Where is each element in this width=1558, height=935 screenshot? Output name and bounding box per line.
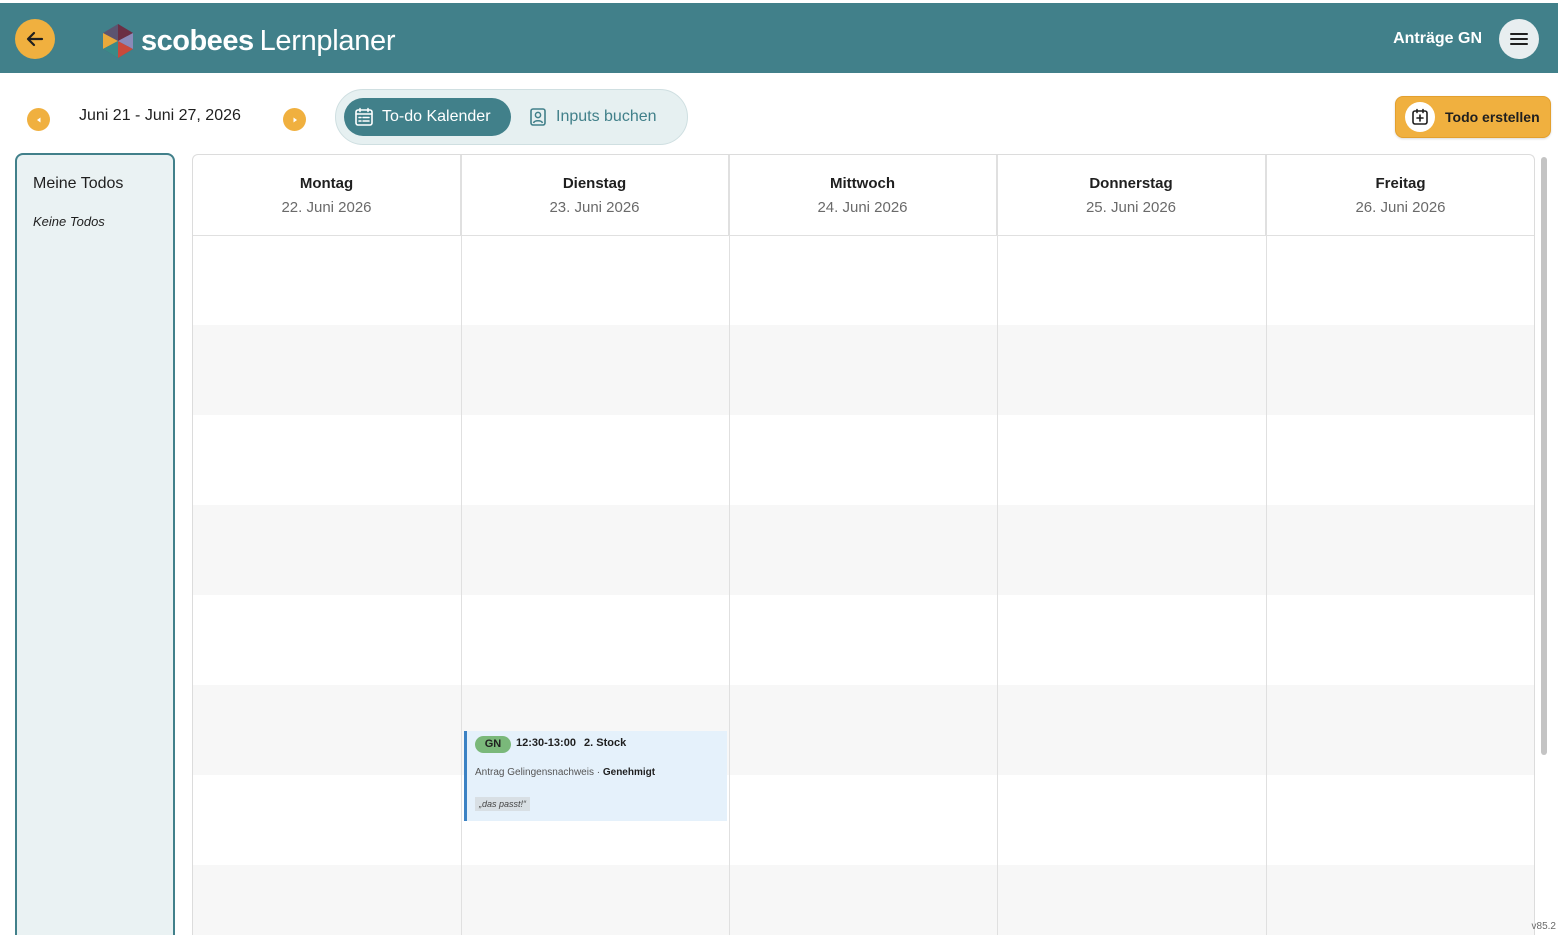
- calendar-plus-icon: [1405, 102, 1435, 132]
- day-header-wednesday: Mittwoch 24. Juni 2026: [729, 155, 997, 235]
- date-range-label: Juni 21 - Juni 27, 2026: [79, 107, 241, 124]
- event-note: „das passt!“: [475, 797, 531, 811]
- time-row-band: [193, 505, 1534, 595]
- previous-week-button[interactable]: [27, 108, 50, 131]
- tab-todo-calendar[interactable]: To-do Kalender: [344, 98, 511, 136]
- day-header-thursday: Donnerstag 25. Juni 2026: [997, 155, 1266, 235]
- next-week-button[interactable]: [283, 108, 306, 131]
- event-status: Genehmigt: [602, 767, 656, 778]
- version-label: v85.2: [1531, 921, 1556, 932]
- triangle-left-icon: [36, 117, 40, 122]
- scrollbar-thumb[interactable]: [1541, 157, 1547, 755]
- event-title: Antrag Gelingensnachweis ·: [475, 767, 603, 778]
- day-name: Montag: [299, 175, 354, 192]
- calendar-event[interactable]: GN 12:30-13:00 2. Stock Antrag Gelingens…: [464, 731, 727, 821]
- top-bar: scobees Lernplaner Anträge GN: [0, 3, 1558, 73]
- day-date: 26. Juni 2026: [1355, 199, 1446, 216]
- user-context-label: Anträge GN: [1393, 30, 1482, 47]
- person-badge-icon: [530, 108, 546, 126]
- event-time: 12:30-13:00: [516, 737, 576, 749]
- column-divider: [1266, 155, 1267, 935]
- main-menu-button[interactable]: [1499, 19, 1539, 59]
- day-name: Mittwoch: [830, 175, 895, 192]
- event-location: 2. Stock: [584, 737, 627, 749]
- tab-book-inputs-label: Inputs buchen: [556, 108, 657, 125]
- calendar-list-icon: [355, 107, 373, 126]
- event-description: Antrag Gelingensnachweis · Genehmigt: [475, 767, 655, 778]
- week-calendar: Montag 22. Juni 2026 Dienstag 23. Juni 2…: [192, 154, 1535, 935]
- day-header-friday: Freitag 26. Juni 2026: [1266, 155, 1534, 235]
- scobees-logo-icon: [103, 24, 133, 58]
- time-row-band: [193, 325, 1534, 415]
- column-divider: [997, 155, 998, 935]
- arrow-left-icon: [26, 31, 44, 47]
- brand-product: Lernplaner: [259, 24, 396, 57]
- time-row-band: [193, 685, 1534, 775]
- day-date: 24. Juni 2026: [817, 199, 908, 216]
- column-divider: [729, 155, 730, 935]
- brand-name: scobees: [141, 24, 254, 57]
- event-badge: GN: [475, 736, 511, 753]
- day-date: 23. Juni 2026: [549, 199, 640, 216]
- day-header-tuesday: Dienstag 23. Juni 2026: [461, 155, 729, 235]
- triangle-right-icon: [293, 117, 297, 122]
- day-name: Dienstag: [562, 175, 627, 192]
- day-date: 22. Juni 2026: [281, 199, 372, 216]
- day-name: Donnerstag: [1089, 175, 1173, 192]
- day-header-monday: Montag 22. Juni 2026: [193, 155, 461, 235]
- header-divider: [193, 235, 1534, 236]
- sidebar-title: Meine Todos: [33, 175, 124, 192]
- day-date: 25. Juni 2026: [1085, 199, 1177, 216]
- hamburger-menu-icon: [1510, 33, 1528, 45]
- column-divider: [461, 155, 462, 935]
- day-name: Freitag: [1375, 175, 1426, 192]
- sidebar-empty-text: Keine Todos: [33, 214, 105, 229]
- back-button[interactable]: [15, 19, 55, 59]
- create-todo-button[interactable]: Todo erstellen: [1395, 96, 1551, 138]
- view-switcher: To-do Kalender Inputs buchen: [335, 89, 688, 145]
- app-logo[interactable]: scobees Lernplaner: [99, 21, 396, 61]
- tab-todo-calendar-label: To-do Kalender: [382, 108, 491, 125]
- calendar-scrollbar[interactable]: [1539, 154, 1549, 935]
- time-row-band: [193, 865, 1534, 935]
- create-todo-label: Todo erstellen: [1445, 109, 1540, 125]
- todo-sidebar: Meine Todos Keine Todos: [15, 153, 175, 935]
- tab-book-inputs[interactable]: Inputs buchen: [518, 98, 678, 136]
